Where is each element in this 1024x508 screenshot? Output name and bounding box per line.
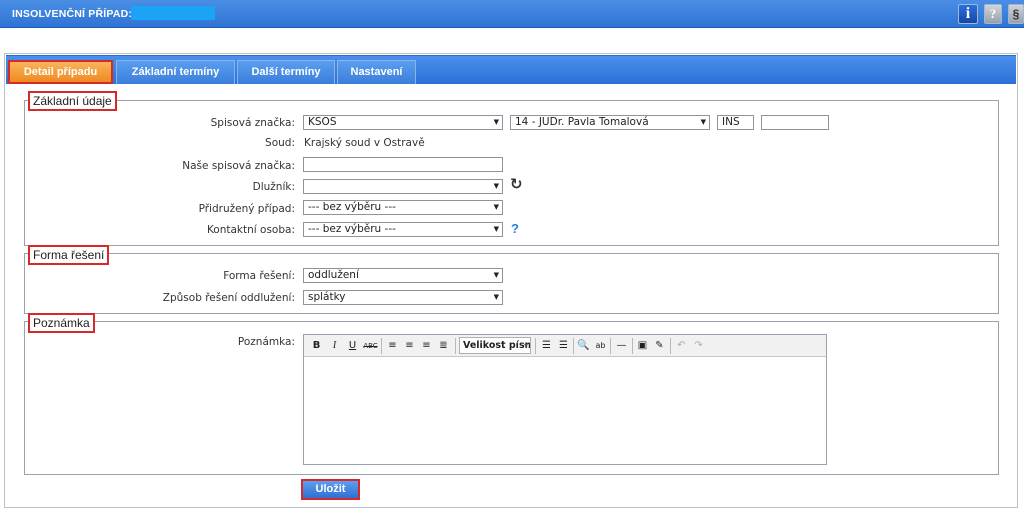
paragraph-icon[interactable]: § <box>1008 4 1024 24</box>
toolbar-separator <box>381 338 382 354</box>
zpusob-reseni-label: Způsob řešení oddlužení: <box>162 292 295 304</box>
help-question-icon[interactable]: ? <box>511 221 519 236</box>
dluznik-label: Dlužník: <box>252 181 295 193</box>
dluznik-select[interactable] <box>303 179 503 194</box>
save-button[interactable]: Uložit <box>301 479 360 500</box>
pridruzeny-pripad-label: Přidružený případ: <box>198 203 295 215</box>
redo-icon[interactable]: ↷ <box>690 338 707 354</box>
help-icon[interactable]: ? <box>984 4 1002 24</box>
bold-icon[interactable]: B <box>308 338 325 354</box>
align-justify-icon[interactable]: ≣ <box>435 338 452 354</box>
strikethrough-icon[interactable]: ABC <box>362 338 379 354</box>
legend-poznamka: Poznámka <box>28 313 95 333</box>
soud-value: Krajský soud v Ostravě <box>304 137 425 149</box>
tab-nastaveni[interactable]: Nastavení <box>337 60 416 84</box>
case-number-redacted <box>131 6 215 20</box>
editor-content-area[interactable] <box>304 358 826 464</box>
numbered-list-icon[interactable]: ☰ <box>555 338 572 354</box>
align-right-icon[interactable]: ≡ <box>418 338 435 354</box>
toolbar-separator <box>455 338 456 354</box>
nase-spisova-znacka-input[interactable] <box>303 157 503 172</box>
italic-icon[interactable]: I <box>326 338 343 354</box>
forma-reseni-label: Forma řešení: <box>223 270 295 282</box>
kontaktni-osoba-label: Kontaktní osoba: <box>206 224 295 236</box>
ins-field[interactable]: INS <box>717 115 754 130</box>
toolbar-separator <box>670 338 671 354</box>
horizontal-rule-icon[interactable]: — <box>613 338 630 354</box>
refresh-icon[interactable]: ↻ <box>510 176 526 192</box>
toolbar-separator <box>535 338 536 354</box>
pridruzeny-pripad-select[interactable]: --- bez výběru --- <box>303 200 503 215</box>
forma-reseni-select[interactable]: oddlužení <box>303 268 503 283</box>
toolbar-separator <box>610 338 611 354</box>
tab-zakladni-terminy[interactable]: Základní termíny <box>116 60 235 84</box>
case-number-field[interactable] <box>761 115 829 130</box>
underline-icon[interactable]: U <box>344 338 361 354</box>
info-icon[interactable]: i <box>958 4 978 24</box>
font-size-select[interactable]: Velikost písma <box>459 337 531 354</box>
rich-text-editor[interactable]: B I U ABC ≡ ≡ ≡ ≣ Velikost písma ☰ ☰ 🔍 a… <box>303 334 827 465</box>
kontaktni-osoba-select[interactable]: --- bez výběru --- <box>303 222 503 237</box>
legend-zakladni-udaje: Základní údaje <box>28 91 117 111</box>
editor-toolbar: B I U ABC ≡ ≡ ≡ ≣ Velikost písma ☰ ☰ 🔍 a… <box>304 335 826 357</box>
senat-select[interactable]: 14 - JUDr. Pavla Tomalová <box>510 115 710 130</box>
spisova-znacka-select[interactable]: KSOS <box>303 115 503 130</box>
image-icon[interactable]: ▣ <box>634 338 651 354</box>
page-title: INSOLVENČNÍ PŘÍPAD: <box>12 8 133 20</box>
align-center-icon[interactable]: ≡ <box>401 338 418 354</box>
poznamka-label: Poznámka: <box>237 336 295 348</box>
legend-forma-reseni: Forma řešení <box>28 245 110 265</box>
soud-label: Soud: <box>265 137 295 149</box>
find-icon[interactable]: 🔍 <box>575 338 592 354</box>
toolbar-separator <box>573 338 574 354</box>
title-bar: INSOLVENČNÍ PŘÍPAD: i ? § <box>0 0 1024 28</box>
align-left-icon[interactable]: ≡ <box>384 338 401 354</box>
toolbar-separator <box>632 338 633 354</box>
replace-icon[interactable]: ab <box>592 338 609 354</box>
clean-up-icon[interactable]: ✎ <box>651 338 668 354</box>
zpusob-reseni-select[interactable]: splátky <box>303 290 503 305</box>
tab-detail-pripadu[interactable]: Detail případu <box>8 60 113 84</box>
bullet-list-icon[interactable]: ☰ <box>538 338 555 354</box>
undo-icon[interactable]: ↶ <box>673 338 690 354</box>
fieldset-forma-reseni <box>24 253 999 314</box>
nase-spisova-znacka-label: Naše spisová značka: <box>182 160 295 172</box>
spisova-znacka-label: Spisová značka: <box>210 117 295 129</box>
tab-dalsi-terminy[interactable]: Další termíny <box>237 60 335 84</box>
